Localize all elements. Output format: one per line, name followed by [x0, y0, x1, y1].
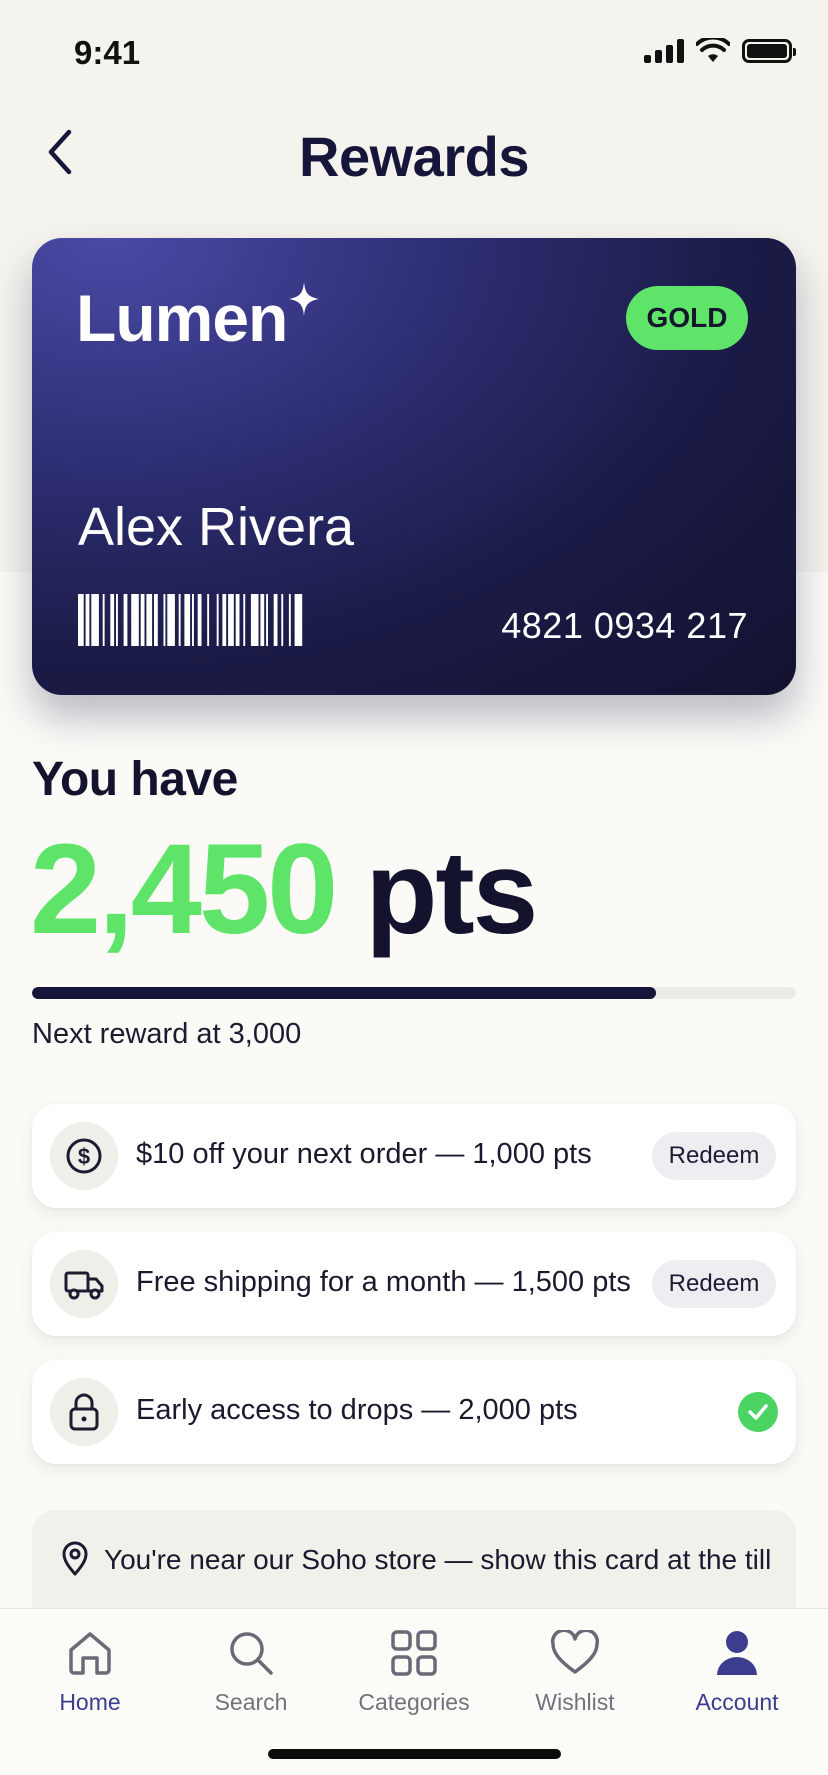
check-icon	[738, 1392, 778, 1432]
tab-home[interactable]: Home	[15, 1625, 165, 1725]
status-icons	[644, 38, 796, 64]
card-number: 4821 0934 217	[501, 605, 748, 646]
lock-icon	[50, 1378, 118, 1446]
location-text: You're near our Soho store — show this c…	[104, 1544, 772, 1575]
reward-item: Free shipping for a month — 1,500 pts Re…	[32, 1232, 796, 1336]
home-indicator	[268, 1749, 561, 1759]
tab-label: Wishlist	[535, 1689, 615, 1715]
points-unit: pts	[365, 827, 538, 959]
reward-text: $10 off your next order — 1,000 pts	[136, 1138, 592, 1170]
tab-label: Home	[59, 1689, 121, 1715]
cellular-signal-icon	[644, 39, 684, 63]
brand-name: Lumen	[76, 281, 288, 355]
points-heading: You have	[32, 753, 238, 806]
wifi-icon	[696, 38, 730, 62]
dollar-icon: $	[50, 1122, 118, 1190]
tab-label: Search	[214, 1689, 288, 1715]
reward-progress-bar	[32, 987, 796, 999]
redeem-button[interactable]: Redeem	[652, 1132, 776, 1180]
battery-icon	[742, 39, 796, 63]
tab-account[interactable]: Account	[662, 1625, 812, 1725]
location-pin-icon	[62, 1541, 88, 1576]
brand-logo: Lumen	[76, 280, 320, 356]
tab-categories[interactable]: Categories	[339, 1625, 489, 1725]
points-value: 2,450	[30, 818, 338, 961]
points-balance: 2,450 pts	[30, 816, 538, 963]
member-name: Alex Rivera	[78, 497, 355, 557]
header: Rewards	[0, 112, 828, 192]
barcode	[78, 594, 303, 646]
heart-icon	[547, 1625, 603, 1681]
search-icon	[223, 1625, 279, 1681]
home-icon	[62, 1625, 118, 1681]
tier-badge: GOLD	[626, 286, 748, 350]
reward-item: Early access to drops — 2,000 pts	[32, 1360, 796, 1464]
sparkle-icon	[289, 282, 320, 316]
next-reward-label: Next reward at 3,000	[32, 1018, 302, 1050]
tab-search[interactable]: Search	[176, 1625, 326, 1725]
categories-icon	[386, 1625, 442, 1681]
page-title: Rewards	[299, 125, 529, 188]
reward-item: $ $10 off your next order — 1,000 pts Re…	[32, 1104, 796, 1208]
tab-label: Account	[695, 1689, 779, 1715]
redeem-button[interactable]: Redeem	[652, 1260, 776, 1308]
reward-text: Free shipping for a month — 1,500 pts	[136, 1266, 631, 1298]
svg-text:$: $	[78, 1144, 90, 1169]
status-time: 9:41	[74, 34, 141, 71]
location-banner[interactable]: You're near our Soho store — show this c…	[32, 1510, 796, 1610]
truck-icon	[50, 1250, 118, 1318]
tab-wishlist[interactable]: Wishlist	[500, 1625, 650, 1725]
tab-label: Categories	[358, 1689, 470, 1715]
status-bar: 9:41	[0, 0, 828, 108]
reward-text: Early access to drops — 2,000 pts	[136, 1394, 578, 1426]
reward-progress-fill	[32, 987, 656, 999]
loyalty-card: Lumen GOLD Alex Rivera 4821 0934 217	[32, 238, 796, 695]
account-icon	[709, 1625, 765, 1681]
